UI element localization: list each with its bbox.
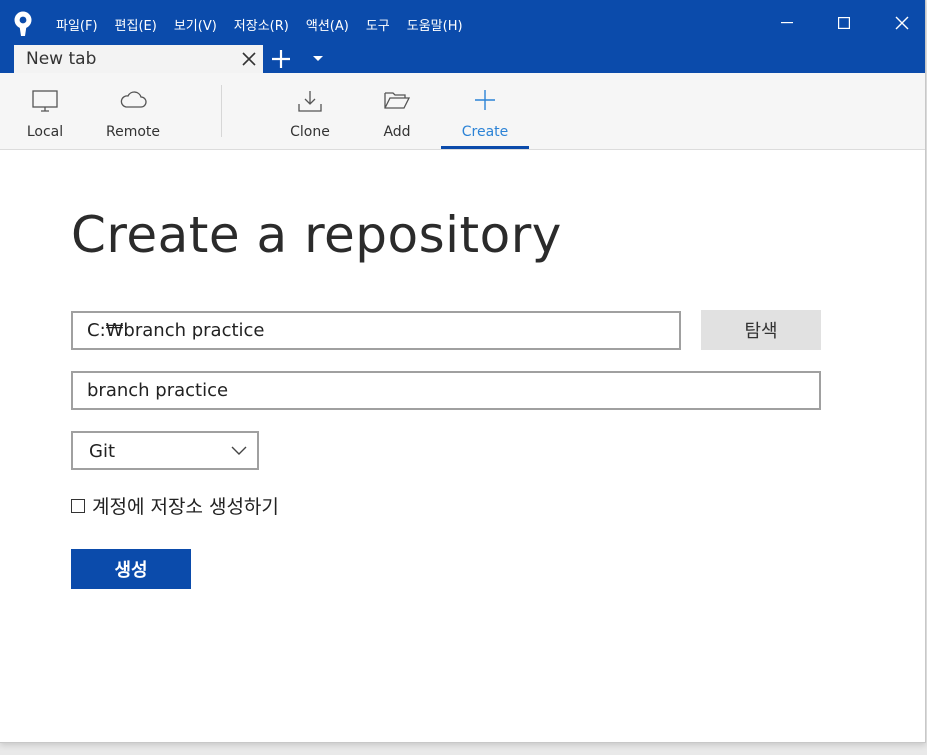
menu-file[interactable]: 파일(F) xyxy=(56,15,98,34)
sourcetree-logo-icon xyxy=(14,11,32,36)
menu-tools[interactable]: 도구 xyxy=(366,15,390,34)
create-on-account-checkbox[interactable] xyxy=(71,498,85,513)
download-icon xyxy=(298,91,322,112)
plus-icon xyxy=(475,90,495,110)
maximize-button[interactable] xyxy=(821,0,867,45)
menu-view[interactable]: 보기(V) xyxy=(174,15,217,34)
toolbar-local[interactable]: Local xyxy=(10,73,80,149)
chevron-down-icon xyxy=(231,446,247,455)
minimize-icon xyxy=(781,21,793,23)
maximize-icon xyxy=(838,16,850,29)
create-on-account-row: 계정에 저장소 생성하기 xyxy=(71,492,279,519)
menu-edit[interactable]: 편집(E) xyxy=(115,15,157,34)
vcs-type-value: Git xyxy=(89,441,116,462)
monitor-icon xyxy=(32,90,58,112)
active-tab-indicator xyxy=(441,146,529,149)
tab-dropdown-icon[interactable] xyxy=(312,55,324,63)
toolbar-create-label: Create xyxy=(461,124,509,140)
browse-button[interactable]: 탐색 xyxy=(701,310,821,350)
toolbar-add-label: Add xyxy=(383,124,411,140)
toolbar: Local Remote Clone Add Create xyxy=(0,73,925,150)
vcs-type-select[interactable]: Git xyxy=(71,431,259,470)
toolbar-create[interactable]: Create xyxy=(441,73,529,149)
tab-close-icon[interactable] xyxy=(241,51,257,67)
toolbar-remote[interactable]: Remote xyxy=(98,73,168,149)
toolbar-clone[interactable]: Clone xyxy=(275,73,345,149)
tab-label: New tab xyxy=(26,49,97,69)
close-button[interactable] xyxy=(879,0,925,45)
toolbar-separator xyxy=(221,85,222,137)
folder-open-icon xyxy=(384,92,411,109)
create-button[interactable]: 생성 xyxy=(71,549,191,589)
tab-strip: New tab xyxy=(0,45,925,73)
new-tab-plus-icon[interactable] xyxy=(271,49,291,69)
toolbar-local-label: Local xyxy=(26,124,64,140)
destination-path-input[interactable] xyxy=(71,311,681,350)
tab-new[interactable]: New tab xyxy=(14,45,263,73)
toolbar-add[interactable]: Add xyxy=(362,73,432,149)
app-window: 파일(F) 편집(E) 보기(V) 저장소(R) 액션(A) 도구 도움말(H)… xyxy=(0,0,926,743)
page-title: Create a repository xyxy=(71,206,562,264)
menu-repository[interactable]: 저장소(R) xyxy=(234,15,289,34)
create-on-account-label: 계정에 저장소 생성하기 xyxy=(92,496,279,518)
repository-name-input[interactable] xyxy=(71,371,821,410)
toolbar-remote-label: Remote xyxy=(105,124,161,140)
toolbar-clone-label: Clone xyxy=(290,124,330,140)
cloud-icon xyxy=(120,91,147,108)
close-icon xyxy=(895,16,909,29)
menu-help[interactable]: 도움말(H) xyxy=(407,15,463,34)
minimize-button[interactable] xyxy=(764,0,810,45)
menu-actions[interactable]: 액션(A) xyxy=(306,15,349,34)
title-bar: 파일(F) 편집(E) 보기(V) 저장소(R) 액션(A) 도구 도움말(H) xyxy=(0,0,925,45)
menu-bar: 파일(F) 편집(E) 보기(V) 저장소(R) 액션(A) 도구 도움말(H) xyxy=(56,15,480,34)
